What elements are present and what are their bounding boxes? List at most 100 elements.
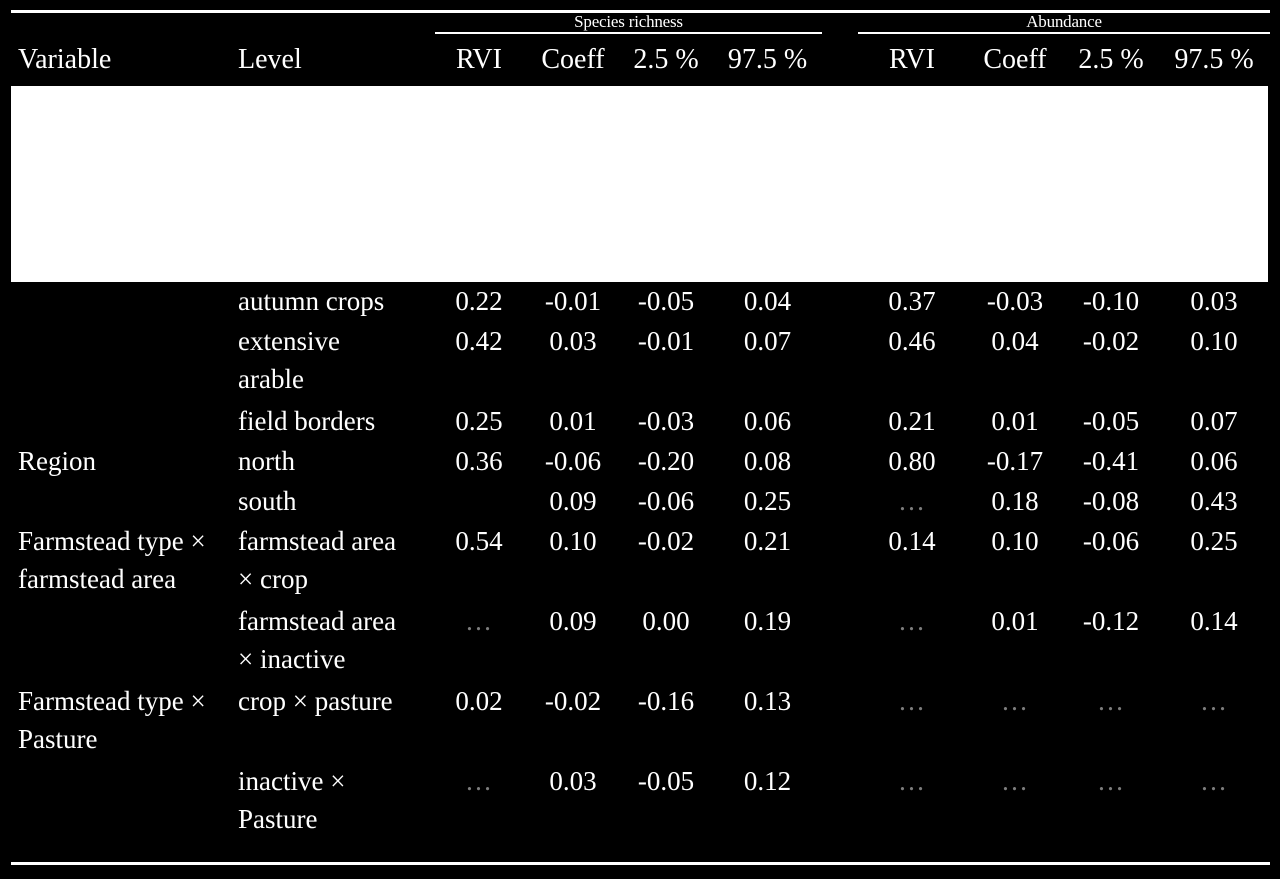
cell-level: farmstead area × crop bbox=[238, 526, 397, 594]
table-row: extensive arable 0.42 0.03 -0.01 0.07 0.46 0.0… bbox=[0, 322, 1280, 402]
cell-abundance-coeff: … bbox=[1001, 686, 1029, 716]
cell-abundance-lower-ci: … bbox=[1097, 686, 1125, 716]
cell-abundance-coeff: 0.01 bbox=[991, 406, 1039, 436]
column-header-abundance-lower-ci: 2.5 % bbox=[1078, 44, 1144, 75]
cell-species-rvi: 0.25 bbox=[455, 406, 503, 436]
column-header-species-lower-ci: 2.5 % bbox=[633, 44, 699, 75]
cell-species-coeff: 0.03 bbox=[549, 326, 597, 356]
redacted-region bbox=[11, 86, 1268, 282]
table-row: Farmstead type × Pasture crop × pasture 0.… bbox=[0, 682, 1280, 762]
group-header-abundance: Abundance bbox=[1026, 12, 1102, 31]
cell-level: extensive arable bbox=[238, 326, 340, 394]
cell-abundance-rvi: 0.46 bbox=[888, 326, 936, 356]
cell-abundance-rvi: … bbox=[898, 686, 926, 716]
cell-species-lower-ci: -0.02 bbox=[637, 526, 695, 556]
group-header-species-richness: Species richness bbox=[574, 12, 683, 31]
column-header-species-rvi: RVI bbox=[456, 44, 502, 75]
cell-abundance-lower-ci: -0.06 bbox=[1082, 526, 1140, 556]
cell-abundance-rvi: 0.80 bbox=[888, 446, 936, 476]
column-header-abundance-coeff: Coeff bbox=[983, 44, 1047, 75]
cell-level: field borders bbox=[238, 406, 376, 436]
cell-abundance-lower-ci: -0.08 bbox=[1082, 486, 1140, 516]
cell-abundance-lower-ci: -0.12 bbox=[1082, 606, 1140, 636]
cell-species-upper-ci: 0.25 bbox=[743, 486, 792, 516]
cell-species-upper-ci: 0.06 bbox=[743, 406, 792, 436]
cell-species-coeff: 0.10 bbox=[549, 526, 597, 556]
cell-species-upper-ci: 0.08 bbox=[743, 446, 792, 476]
species-richness-group-rule bbox=[435, 32, 822, 34]
column-header-species-coeff: Coeff bbox=[541, 44, 605, 75]
cell-abundance-upper-ci: … bbox=[1200, 686, 1228, 716]
cell-species-rvi: 0.02 bbox=[455, 686, 503, 716]
cell-variable: Farmstead type × farmstead area bbox=[18, 526, 206, 594]
abundance-group-rule bbox=[858, 32, 1270, 34]
cell-abundance-rvi: 0.14 bbox=[888, 526, 936, 556]
cell-species-rvi: 0.54 bbox=[455, 526, 503, 556]
cell-abundance-rvi: 0.21 bbox=[888, 406, 936, 436]
cell-species-upper-ci: 0.07 bbox=[743, 326, 792, 356]
column-header-variable: Variable bbox=[18, 44, 112, 75]
cell-species-coeff: 0.03 bbox=[549, 766, 597, 796]
cell-abundance-rvi: … bbox=[898, 606, 926, 636]
cell-species-upper-ci: 0.19 bbox=[743, 606, 792, 636]
cell-species-lower-ci: -0.20 bbox=[637, 446, 695, 476]
cell-abundance-coeff: 0.10 bbox=[991, 526, 1039, 556]
table-row: autumn crops 0.22 -0.01 -0.05 0.04 0.37 -0.03 -… bbox=[0, 282, 1280, 322]
table-row: Farmstead type × farmstead area farmstead… bbox=[0, 522, 1280, 602]
cell-abundance-upper-ci: 0.10 bbox=[1190, 326, 1238, 356]
table-row: Region north 0.36 -0.06 -0.20 0.08 0.80 -0.17 -0… bbox=[0, 442, 1280, 482]
cell-species-coeff: 0.09 bbox=[549, 606, 597, 636]
cell-abundance-coeff: 0.18 bbox=[991, 486, 1039, 516]
cell-species-lower-ci: -0.16 bbox=[637, 686, 695, 716]
cell-level: north bbox=[238, 446, 295, 476]
cell-abundance-coeff: -0.17 bbox=[986, 446, 1044, 476]
cell-species-lower-ci: -0.05 bbox=[637, 766, 695, 796]
cell-variable: Farmstead type × Pasture bbox=[18, 686, 206, 754]
column-header-abundance-rvi: RVI bbox=[889, 44, 935, 75]
cell-level: farmstead area × inactive bbox=[238, 606, 397, 674]
cell-species-coeff: -0.06 bbox=[544, 446, 602, 476]
cell-abundance-rvi: 0.37 bbox=[888, 286, 936, 316]
cell-abundance-coeff: 0.01 bbox=[991, 606, 1039, 636]
cell-species-rvi: 0.22 bbox=[455, 286, 503, 316]
table-row: inactive × Pasture… 0.03 -0.05 0.12………… bbox=[0, 762, 1280, 842]
cell-abundance-upper-ci: 0.03 bbox=[1190, 286, 1238, 316]
cell-level: south bbox=[238, 486, 297, 516]
cell-species-rvi: 0.36 bbox=[455, 446, 503, 476]
cell-species-rvi: 0.42 bbox=[455, 326, 503, 356]
cell-abundance-rvi: … bbox=[898, 486, 926, 516]
cell-abundance-lower-ci: -0.41 bbox=[1082, 446, 1140, 476]
cell-species-coeff: -0.02 bbox=[544, 686, 602, 716]
cell-abundance-upper-ci: 0.06 bbox=[1190, 446, 1238, 476]
column-header-level: Level bbox=[238, 44, 302, 75]
column-header-abundance-upper-ci: 97.5 % bbox=[1174, 44, 1254, 75]
cell-abundance-upper-ci: 0.14 bbox=[1190, 606, 1238, 636]
table-row: field borders 0.25 0.01 -0.03 0.06 0.21 0.01 -0… bbox=[0, 402, 1280, 442]
table-row: south 0.09 -0.06 0.25 … 0.18 -0.08 0.43 bbox=[0, 482, 1280, 522]
cell-species-coeff: 0.01 bbox=[549, 406, 597, 436]
cell-variable: Region bbox=[18, 446, 96, 476]
cell-level: crop × pasture bbox=[238, 686, 393, 716]
cell-species-lower-ci: -0.01 bbox=[637, 326, 695, 356]
cell-species-upper-ci: 0.21 bbox=[743, 526, 792, 556]
cell-abundance-upper-ci: … bbox=[1200, 766, 1228, 796]
cell-abundance-lower-ci: -0.10 bbox=[1082, 286, 1140, 316]
cell-abundance-lower-ci: -0.02 bbox=[1082, 326, 1140, 356]
cell-abundance-lower-ci: … bbox=[1097, 766, 1125, 796]
cell-abundance-coeff: … bbox=[1001, 766, 1029, 796]
cell-species-upper-ci: 0.13 bbox=[743, 686, 792, 716]
cell-level: autumn crops bbox=[238, 286, 385, 316]
cell-abundance-upper-ci: 0.43 bbox=[1190, 486, 1238, 516]
cell-abundance-lower-ci: -0.05 bbox=[1082, 406, 1140, 436]
table-bottom-rule bbox=[11, 862, 1270, 865]
cell-species-upper-ci: 0.04 bbox=[743, 286, 792, 316]
table-row: farmstead area × inactive … 0.09 0.00 0.19 … 0… bbox=[0, 602, 1280, 682]
cell-species-coeff: -0.01 bbox=[544, 286, 602, 316]
cell-species-rvi: … bbox=[465, 766, 493, 796]
cell-species-coeff: 0.09 bbox=[549, 486, 597, 516]
table-body: autumn crops 0.22 -0.01 -0.05 0.04 0.37 -0.03 -… bbox=[0, 282, 1280, 842]
column-header-species-upper-ci: 97.5 % bbox=[727, 44, 808, 75]
cell-species-lower-ci: 0.00 bbox=[642, 606, 690, 636]
column-header-row: Variable Level RVI Coeff 2.5 % 97.5 % RV… bbox=[0, 42, 1280, 82]
cell-species-lower-ci: -0.05 bbox=[637, 286, 695, 316]
